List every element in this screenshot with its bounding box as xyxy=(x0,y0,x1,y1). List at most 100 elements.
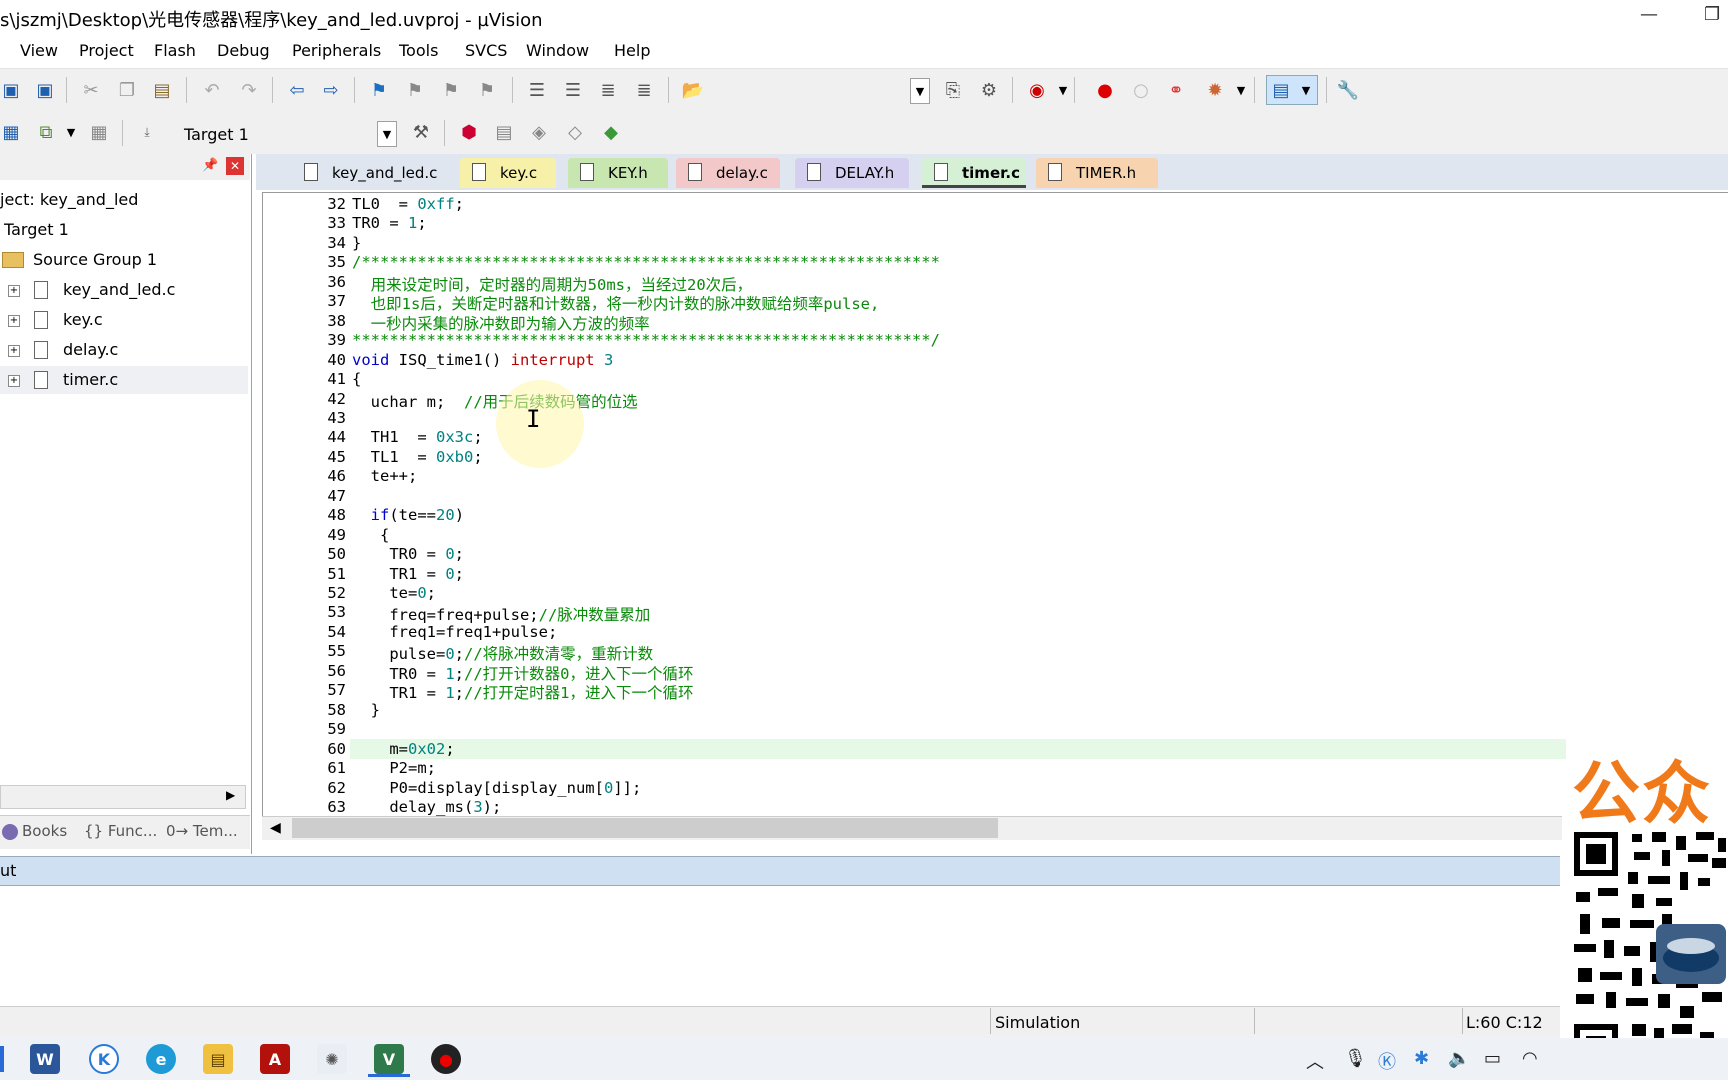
settings-icon[interactable]: ✺ xyxy=(317,1044,347,1074)
expand-icon[interactable]: + xyxy=(8,315,20,327)
comment-icon[interactable]: ≣ xyxy=(597,79,619,101)
expand-icon[interactable]: + xyxy=(8,375,20,387)
tab-timer-c[interactable]: timer.c xyxy=(922,158,1026,188)
bookmark-prev-icon[interactable]: ⚑ xyxy=(404,79,426,101)
app-k-icon[interactable]: K xyxy=(89,1044,119,1074)
tab-templates[interactable]: 0→ Tem... xyxy=(166,822,238,840)
keil-icon[interactable]: V xyxy=(374,1044,404,1074)
file-icon xyxy=(304,163,318,181)
menu-svcs[interactable]: SVCS xyxy=(465,41,507,60)
volume-icon[interactable]: 🔈 xyxy=(1448,1048,1470,1069)
target-dropdown[interactable]: ▼ xyxy=(377,121,397,147)
tab-delay-c[interactable]: delay.c xyxy=(676,158,780,188)
menu-tools[interactable]: Tools xyxy=(399,41,438,60)
menu-debug[interactable]: Debug xyxy=(217,41,270,60)
unindent-icon[interactable]: ☰ xyxy=(562,79,584,101)
replace-icon[interactable]: ⚙ xyxy=(978,79,1000,101)
rebuild-icon[interactable]: ▦ xyxy=(88,121,110,143)
breakpoint-disable-all-icon[interactable]: ⚭ xyxy=(1165,79,1187,101)
menu-project[interactable]: Project xyxy=(79,41,134,60)
expand-icon[interactable]: + xyxy=(8,345,20,357)
tab-key-h[interactable]: KEY.h xyxy=(568,158,668,188)
chevron-down-icon[interactable]: ▼ xyxy=(60,121,82,143)
tree-file-key[interactable]: key.c xyxy=(63,310,103,329)
scroll-left-icon[interactable]: ◀ xyxy=(270,820,281,836)
file-explorer-icon[interactable]: ▤ xyxy=(203,1044,233,1074)
build-icon[interactable]: ⧉ xyxy=(35,121,57,143)
rte-icon[interactable]: ◆ xyxy=(600,121,622,143)
uncomment-icon[interactable]: ≣ xyxy=(633,79,655,101)
tab-key-c[interactable]: key.c xyxy=(460,158,556,188)
debug-session-icon[interactable]: ◉ xyxy=(1026,79,1048,101)
bookmark-clear-icon[interactable]: ⚑ xyxy=(476,79,498,101)
project-hscrollbar[interactable] xyxy=(0,785,246,809)
breakpoint-disable-icon[interactable]: ○ xyxy=(1130,79,1152,101)
menu-window[interactable]: Window xyxy=(526,41,589,60)
menu-help[interactable]: Help xyxy=(614,41,650,60)
bookmark-next-icon[interactable]: ⚑ xyxy=(440,79,462,101)
download-icon[interactable]: ⤓ xyxy=(136,121,158,143)
open-folder-icon[interactable]: 📂 xyxy=(682,79,704,101)
find-in-files-icon[interactable]: ⎘ xyxy=(942,79,964,101)
paste-icon[interactable]: ▤ xyxy=(151,79,173,101)
pack-installer-icon[interactable]: ◇ xyxy=(564,121,586,143)
bookmark-icon[interactable]: ⚑ xyxy=(368,79,390,101)
tab-key-and-led-c[interactable]: key_and_led.c xyxy=(292,158,456,188)
copy-icon[interactable]: ❐ xyxy=(116,79,138,101)
pdf-reader-icon[interactable]: A xyxy=(260,1044,290,1074)
tab-functions[interactable]: {} Func... xyxy=(84,822,157,840)
undo-icon[interactable]: ↶ xyxy=(201,79,223,101)
close-icon[interactable]: ✕ xyxy=(226,157,244,175)
find-dropdown[interactable]: ▼ xyxy=(910,78,930,104)
chevron-down-icon[interactable]: ▼ xyxy=(1295,79,1317,101)
configure-icon[interactable]: 🔧 xyxy=(1337,79,1359,101)
tree-file-delay[interactable]: delay.c xyxy=(63,340,118,359)
source-group-node[interactable]: Source Group 1 xyxy=(33,250,157,269)
select-packs-icon[interactable]: ◈ xyxy=(528,121,550,143)
wifi-icon[interactable]: ◠ xyxy=(1522,1048,1538,1069)
scroll-right-icon[interactable]: ▶ xyxy=(226,788,235,802)
redo-icon[interactable]: ↷ xyxy=(238,79,260,101)
chevron-down-icon[interactable]: ▼ xyxy=(1230,79,1252,101)
target-options-icon[interactable]: ⚒ xyxy=(410,121,432,143)
tab-books[interactable]: Books xyxy=(22,822,67,840)
minimize-icon[interactable]: — xyxy=(1640,4,1658,25)
app-k-tray-icon[interactable]: Ⓚ xyxy=(1378,1048,1396,1074)
breakpoint-kill-all-icon[interactable]: ✹ xyxy=(1204,79,1226,101)
tab-timer-h[interactable]: TIMER.h xyxy=(1036,158,1158,188)
indent-icon[interactable]: ☰ xyxy=(526,79,548,101)
record-icon[interactable]: ● xyxy=(431,1044,461,1074)
breakpoint-icon[interactable]: ● xyxy=(1094,79,1116,101)
target-select[interactable]: Target 1 xyxy=(168,120,398,148)
expand-icon[interactable]: + xyxy=(8,285,20,297)
tray-app-icon[interactable]: ✱ xyxy=(1414,1048,1429,1069)
nav-back-icon[interactable]: ⇦ xyxy=(286,79,308,101)
editor-hscroll-thumb[interactable] xyxy=(292,818,998,838)
restore-icon[interactable]: ❐ xyxy=(1704,4,1720,25)
menu-flash[interactable]: Flash xyxy=(154,41,196,60)
save-icon[interactable]: ▣ xyxy=(0,79,22,101)
cut-icon[interactable]: ✂ xyxy=(80,79,102,101)
target-node[interactable]: Target 1 xyxy=(4,220,69,239)
manage-books-icon[interactable]: ▤ xyxy=(493,121,515,143)
overlay-text: 公众 xyxy=(1572,755,1713,834)
manage-components-icon[interactable]: ⬢ xyxy=(458,121,480,143)
chevron-down-icon[interactable]: ▼ xyxy=(1052,79,1074,101)
tab-delay-h[interactable]: DELAY.h xyxy=(795,158,909,188)
edge-icon[interactable]: e xyxy=(146,1044,176,1074)
word-icon[interactable]: W xyxy=(30,1044,60,1074)
tree-file-timer[interactable]: timer.c xyxy=(63,370,118,389)
translate-icon[interactable]: ▦ xyxy=(0,121,22,143)
project-root[interactable]: ject: key_and_led xyxy=(0,190,138,209)
nav-forward-icon[interactable]: ⇨ xyxy=(320,79,342,101)
line-number: 50 xyxy=(327,545,346,564)
menu-peripherals[interactable]: Peripherals xyxy=(292,41,381,60)
microphone-icon[interactable]: 🎙 xyxy=(1344,1048,1367,1069)
menu-view[interactable]: View xyxy=(20,41,58,60)
pin-icon[interactable]: 📌 xyxy=(202,158,218,173)
battery-icon[interactable]: ▭ xyxy=(1484,1048,1501,1069)
save-all-icon[interactable]: ▣ xyxy=(34,79,56,101)
tray-expand-icon[interactable]: ︿ xyxy=(1306,1048,1324,1074)
tree-file-key-and-led[interactable]: key_and_led.c xyxy=(63,280,175,299)
build-output-pane[interactable] xyxy=(0,886,1560,998)
